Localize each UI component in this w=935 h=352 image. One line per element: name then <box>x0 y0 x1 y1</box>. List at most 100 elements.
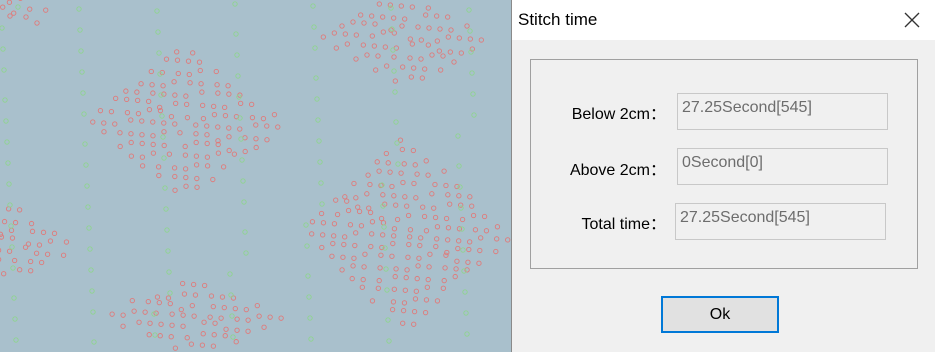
stitch-point <box>12 316 18 322</box>
stitch-point <box>124 96 130 103</box>
stitch-point <box>440 285 446 291</box>
stitch-point <box>467 36 473 42</box>
stitch-point <box>232 305 238 312</box>
stitch-point <box>186 71 192 78</box>
stitch-point <box>183 183 189 189</box>
stitch-point <box>275 124 281 130</box>
stitch-point <box>135 111 142 117</box>
stitch-point <box>413 288 419 294</box>
stitch-point <box>400 307 407 314</box>
stitch-point <box>407 227 414 233</box>
ok-button[interactable]: Ok <box>661 296 779 333</box>
stitch-point <box>471 112 477 118</box>
stitch-point <box>261 324 267 330</box>
stitch-point <box>392 89 398 95</box>
above-2cm-field[interactable]: 0Second[0] <box>677 148 888 185</box>
stitch-point <box>340 254 346 260</box>
stitch-point <box>184 101 190 108</box>
stitch-point <box>316 138 322 144</box>
stitch-point <box>223 326 229 332</box>
stitch-point <box>331 221 338 227</box>
stitch-point <box>128 139 134 146</box>
stitch-point <box>201 282 208 289</box>
stitch-point <box>433 243 439 250</box>
stitch-point <box>405 254 411 260</box>
stitch-point <box>365 172 371 178</box>
stitch-point <box>149 82 155 88</box>
stitch-point <box>353 230 359 236</box>
stitch-point <box>380 220 387 226</box>
stitch-point <box>213 68 219 75</box>
stitch-point <box>442 265 448 271</box>
stitch-point <box>317 159 323 165</box>
stitch-point <box>90 309 96 315</box>
stitch-point <box>0 231 4 237</box>
stitch-point <box>184 115 191 121</box>
stitch-point <box>172 92 178 98</box>
stitch-point <box>172 345 179 351</box>
stitch-point <box>432 214 439 221</box>
stitch-point <box>394 216 401 223</box>
stitch-point <box>11 257 18 264</box>
stitch-point <box>360 42 366 48</box>
stitch-point <box>13 337 19 343</box>
stitch-point <box>1 218 8 225</box>
stitch-point <box>393 202 399 208</box>
stitch-point <box>7 202 13 208</box>
embroidery-canvas[interactable] <box>0 0 511 352</box>
stitch-point <box>15 4 21 10</box>
stitch-point <box>226 147 232 154</box>
stitch-point <box>131 308 137 314</box>
stitch-point <box>455 245 461 252</box>
stitch-point <box>431 205 437 211</box>
stitch-point <box>147 320 153 326</box>
stitch-point <box>238 136 244 142</box>
stitch-point <box>331 233 337 239</box>
stitch-point <box>27 6 33 12</box>
stitch-point <box>382 44 388 50</box>
stitch-point <box>233 339 239 345</box>
stitch-point <box>307 315 313 321</box>
stitch-point <box>38 259 45 266</box>
stitch-point <box>347 222 354 228</box>
stitch-point <box>358 12 364 18</box>
stitch-point <box>417 242 423 249</box>
stitch-point <box>264 137 270 143</box>
stitch-point <box>404 203 410 209</box>
stitch-point <box>211 112 218 118</box>
stitch-point <box>27 258 34 265</box>
stitch-point <box>5 160 11 166</box>
stitch-point <box>411 180 417 187</box>
stitch-point <box>319 201 325 207</box>
stitch-time-group: Below 2cm： 27.25Second[545] Above 2cm： 0… <box>530 59 918 269</box>
stitch-point <box>378 215 385 222</box>
stitch-point <box>161 91 167 97</box>
stitch-point <box>204 140 210 147</box>
stitch-point <box>242 148 248 155</box>
stitch-point <box>400 64 406 70</box>
close-button[interactable] <box>889 0 935 40</box>
stitch-point <box>253 144 259 151</box>
stitch-point <box>10 265 16 271</box>
stitch-point <box>243 306 249 313</box>
stitch-point <box>204 123 210 129</box>
below-2cm-field[interactable]: 27.25Second[545] <box>677 93 888 130</box>
stitch-point <box>404 267 410 273</box>
stitch-point <box>171 165 178 171</box>
stitch-point <box>369 13 375 19</box>
total-time-field[interactable]: 27.25Second[545] <box>675 203 886 240</box>
stitch-point <box>148 68 154 75</box>
stitch-point <box>210 343 217 349</box>
stitch-point <box>389 253 395 259</box>
stitch-point <box>215 150 222 156</box>
stitch-point <box>254 302 260 309</box>
stitch-point <box>190 281 197 288</box>
stitch-point <box>242 229 248 235</box>
stitch-point <box>464 23 470 29</box>
stitch-point <box>174 57 181 63</box>
stitch-point <box>0 257 2 262</box>
stitch-point <box>229 313 235 319</box>
stitch-time-dialog: Stitch time Below 2cm： 27.25Second[545] … <box>511 0 935 352</box>
stitch-point <box>87 246 93 252</box>
stitch-point <box>120 323 126 329</box>
